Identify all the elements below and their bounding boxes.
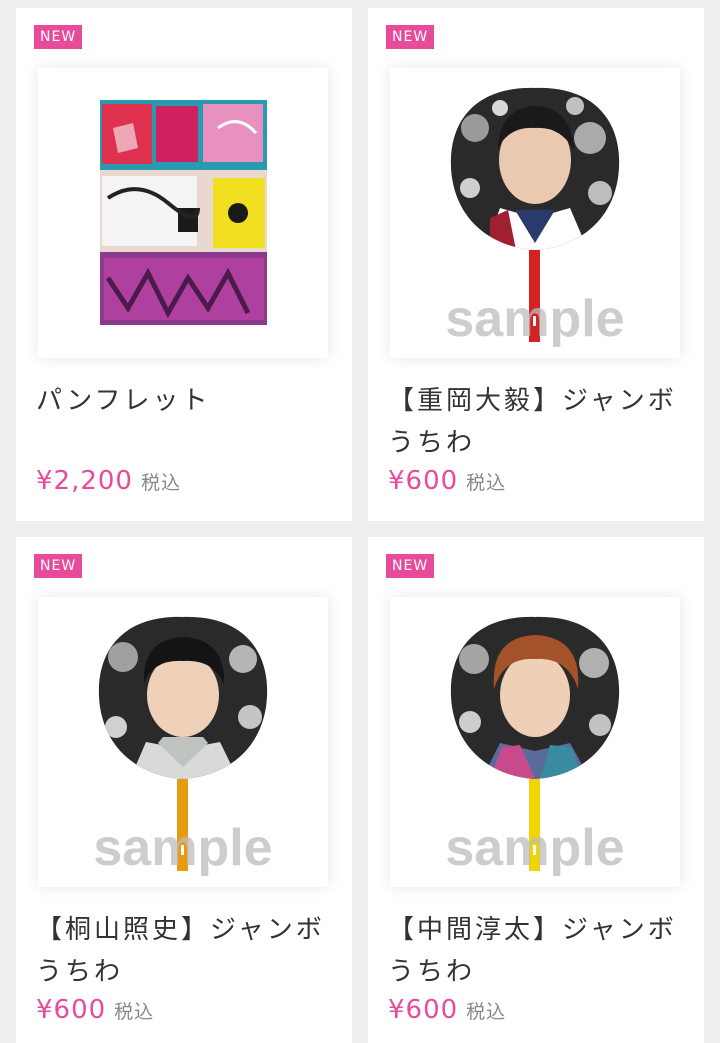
product-grid: NEW パンフレット ¥2,200 税込 NEW sample 【重岡大毅】ジャ… bbox=[0, 0, 720, 1043]
product-name[interactable]: パンフレット bbox=[36, 380, 336, 422]
new-badge: NEW bbox=[34, 25, 83, 49]
product-card-uchiwa[interactable]: NEW sample 【重岡大毅】ジャンボうちわ ¥600 税込 bbox=[368, 8, 704, 521]
tax-label: 税込 bbox=[466, 1001, 507, 1023]
pamphlet-graffiti-cover-icon bbox=[100, 100, 267, 325]
jumbo-uchiwa-fan-icon: sample bbox=[93, 616, 273, 877]
tax-label: 税込 bbox=[140, 472, 181, 494]
product-name[interactable]: 【中間淳太】ジャンボうちわ bbox=[388, 909, 688, 993]
jumbo-uchiwa-fan-icon: sample bbox=[445, 616, 625, 877]
product-card-uchiwa[interactable]: NEW sample 【中間淳太】ジャンボうちわ ¥600 税込 bbox=[368, 537, 704, 1043]
tax-label: 税込 bbox=[114, 1001, 155, 1023]
product-name[interactable]: 【桐山照史】ジャンボうちわ bbox=[36, 909, 336, 993]
product-price-row: ¥600 税込 bbox=[388, 995, 506, 1025]
product-image[interactable]: sample bbox=[390, 597, 680, 887]
new-badge: NEW bbox=[386, 554, 435, 578]
tax-label: 税込 bbox=[466, 472, 507, 494]
product-image[interactable]: sample bbox=[38, 597, 328, 887]
product-price-row: ¥600 税込 bbox=[388, 466, 506, 496]
product-card-pamphlet[interactable]: NEW パンフレット ¥2,200 税込 bbox=[16, 8, 352, 521]
sample-watermark: sample bbox=[445, 290, 624, 348]
product-price-row: ¥600 税込 bbox=[36, 995, 154, 1025]
new-badge: NEW bbox=[34, 554, 83, 578]
product-price: ¥2,200 bbox=[36, 466, 133, 496]
sample-watermark: sample bbox=[93, 819, 272, 877]
jumbo-uchiwa-fan-icon: sample bbox=[445, 87, 625, 348]
product-name[interactable]: 【重岡大毅】ジャンボうちわ bbox=[388, 380, 688, 464]
product-price-row: ¥2,200 税込 bbox=[36, 466, 181, 496]
new-badge: NEW bbox=[386, 25, 435, 49]
product-price: ¥600 bbox=[36, 995, 107, 1025]
sample-watermark: sample bbox=[445, 819, 624, 877]
product-image[interactable] bbox=[38, 68, 328, 358]
product-card-uchiwa[interactable]: NEW sample 【桐山照史】ジャンボうちわ ¥600 税込 bbox=[16, 537, 352, 1043]
product-price: ¥600 bbox=[388, 466, 459, 496]
product-image[interactable]: sample bbox=[390, 68, 680, 358]
product-price: ¥600 bbox=[388, 995, 459, 1025]
